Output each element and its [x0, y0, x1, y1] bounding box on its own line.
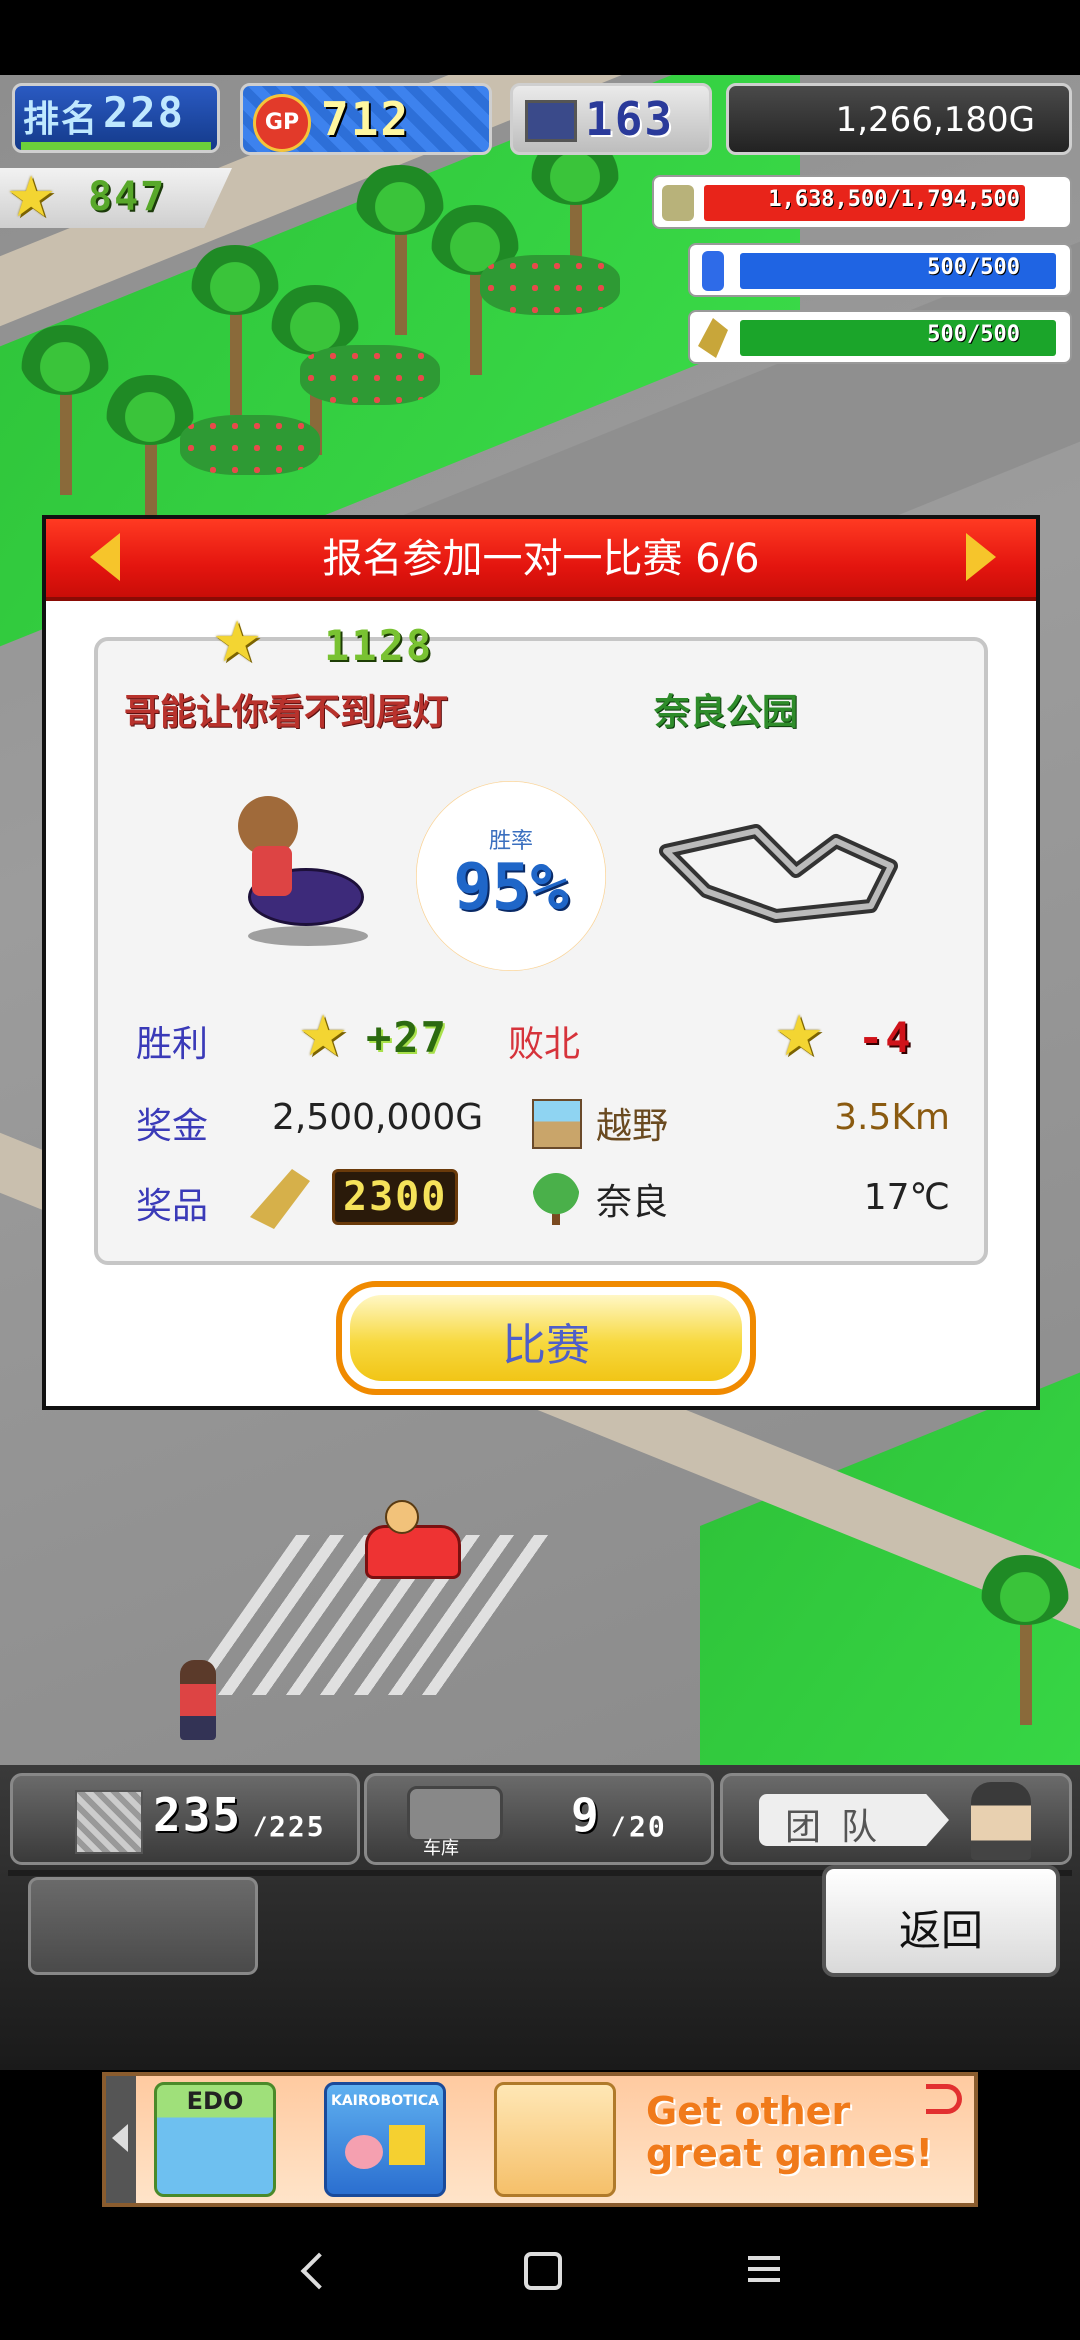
status-bar: [0, 0, 1080, 75]
lose-penalty: -4: [858, 1013, 913, 1062]
rank-panel[interactable]: 排名 228: [12, 83, 220, 153]
parts-slash: /: [253, 1812, 270, 1840]
race-button[interactable]: 比赛: [336, 1281, 756, 1395]
garage-panel[interactable]: 车库 9 / 20: [364, 1773, 714, 1865]
coins-icon: [662, 185, 694, 221]
back-button-label: 返回: [898, 1906, 983, 1955]
garage-label: 车库: [423, 1838, 459, 1859]
opponent-avatar: [208, 796, 368, 946]
back-button[interactable]: 返回: [822, 1865, 1060, 1977]
dialog-header: 报名参加一对一比赛 6/6: [46, 519, 1036, 601]
ad-game-kairobotica-title: KAIROBOTICA: [330, 2093, 439, 2109]
team-label: 团队: [785, 1807, 898, 1848]
money-panel: 1,266,180G: [726, 83, 1072, 155]
ad-game-edo[interactable]: EDO: [154, 2082, 276, 2197]
lose-star-icon: ★: [774, 1004, 825, 1069]
lose-label: 败北: [508, 1024, 581, 1065]
research-panel[interactable]: 163: [510, 83, 712, 155]
prize-item-label: 奖品: [136, 1186, 209, 1227]
empty-slot-button[interactable]: [28, 1877, 258, 1975]
fuel-bar: 500/500: [688, 243, 1072, 297]
garage-max: 20: [629, 1810, 667, 1843]
wheat-bar-text: 500/500: [927, 322, 1020, 347]
opponent-name: 哥能让你看不到尾灯: [124, 692, 449, 733]
parts-value: 235: [153, 1788, 243, 1842]
star-panel: ★ 847: [0, 168, 232, 228]
fuel-icon: [702, 251, 724, 291]
parts-panel[interactable]: 235 / 225: [10, 1773, 360, 1865]
car-sprite: [365, 1525, 461, 1579]
race-button-label: 比赛: [502, 1320, 590, 1371]
distance-value: 3.5Km: [834, 1097, 950, 1138]
tree-icon: [532, 1173, 580, 1225]
rank-value: 228: [103, 88, 185, 137]
opponent-stars: 1128: [324, 621, 434, 670]
ad-game-cafe[interactable]: [494, 2082, 616, 2197]
fuel-bar-text: 500/500: [927, 255, 1020, 280]
parts-crate-icon: [75, 1790, 143, 1854]
palm-tree-icon: [980, 1555, 1070, 1725]
return-arrow-icon: [926, 2084, 962, 2114]
garage-value: 9: [571, 1788, 601, 1842]
gp-panel[interactable]: GP 712: [240, 83, 492, 155]
system-nav-bar: [0, 2210, 1080, 2340]
ad-game-edo-title: EDO: [186, 2087, 244, 2115]
nav-menu-icon[interactable]: [748, 2256, 780, 2282]
star-value: 847: [88, 174, 167, 220]
gp-value: 712: [321, 92, 411, 146]
prize-item-value: 2300: [332, 1169, 459, 1225]
win-rate-value: 95%: [453, 851, 569, 925]
flower-bed: [480, 255, 620, 315]
star-icon: ★: [6, 165, 57, 230]
rank-label: 排名: [23, 99, 100, 140]
nav-back-icon[interactable]: [300, 2252, 338, 2290]
dialog-title: 报名参加一对一比赛 6/6: [322, 536, 760, 582]
money-value: 1,266,180G: [835, 100, 1035, 140]
coins-bar: 1,638,500/1,794,500: [652, 175, 1072, 229]
bottom-panel: 235 / 225 车库 9 / 20 团队 返回: [0, 1765, 1080, 2070]
course-name: 奈良公园: [654, 692, 799, 733]
ad-game-kairobotica[interactable]: KAIROBOTICA: [324, 2082, 446, 2197]
wheat-bar: 500/500: [688, 310, 1072, 364]
prev-arrow-icon[interactable]: [90, 533, 120, 581]
terrain-value: 越野: [596, 1106, 669, 1147]
palm-tree-icon: [190, 245, 280, 415]
flower-bed: [300, 345, 440, 405]
win-label: 胜利: [136, 1024, 209, 1065]
flower-bed: [180, 415, 320, 475]
gp-icon: GP: [253, 94, 311, 152]
staff-avatar: [971, 1782, 1031, 1860]
ad-left-arrow[interactable]: [106, 2076, 136, 2203]
prize-money-value: 2,500,000G: [272, 1097, 484, 1138]
ad-banner[interactable]: EDO KAIROBOTICA Get other great games!: [102, 2072, 978, 2207]
wheat-icon: [698, 318, 728, 358]
race-card: ★ 1128 哥能让你看不到尾灯 奈良公园 胜率 95% 胜利 ★ +27 败北…: [94, 615, 988, 1265]
computer-value: 163: [585, 92, 675, 146]
driver-sprite: [385, 1500, 419, 1534]
temperature-value: 17℃: [863, 1177, 950, 1218]
computer-icon: [525, 100, 577, 142]
rank-progress: [21, 142, 211, 150]
win-reward: +27: [366, 1013, 448, 1062]
prize-money-label: 奖金: [136, 1106, 209, 1147]
win-star-icon: ★: [298, 1004, 349, 1069]
win-rate-ring: 胜率 95%: [416, 781, 606, 971]
garage-slash: /: [611, 1812, 628, 1840]
coins-bar-text: 1,638,500/1,794,500: [768, 187, 1020, 212]
nav-home-icon[interactable]: [524, 2252, 562, 2290]
palm-tree-icon: [20, 325, 110, 495]
pedestrian-sprite: [180, 1660, 216, 1740]
next-arrow-icon[interactable]: [966, 533, 996, 581]
race-entry-dialog: 报名参加一对一比赛 6/6 ★ 1128 哥能让你看不到尾灯 奈良公园 胜率 9…: [42, 515, 1040, 1410]
terrain-icon: [532, 1099, 582, 1149]
team-panel[interactable]: 团队: [720, 1773, 1072, 1865]
course-map-icon: [659, 824, 898, 923]
location-value: 奈良: [596, 1182, 669, 1223]
ad-tagline: Get other great games!: [646, 2089, 933, 2175]
opponent-star-icon: ★: [212, 610, 263, 675]
parts-max: 225: [269, 1810, 326, 1843]
wheat-icon: [250, 1169, 310, 1229]
